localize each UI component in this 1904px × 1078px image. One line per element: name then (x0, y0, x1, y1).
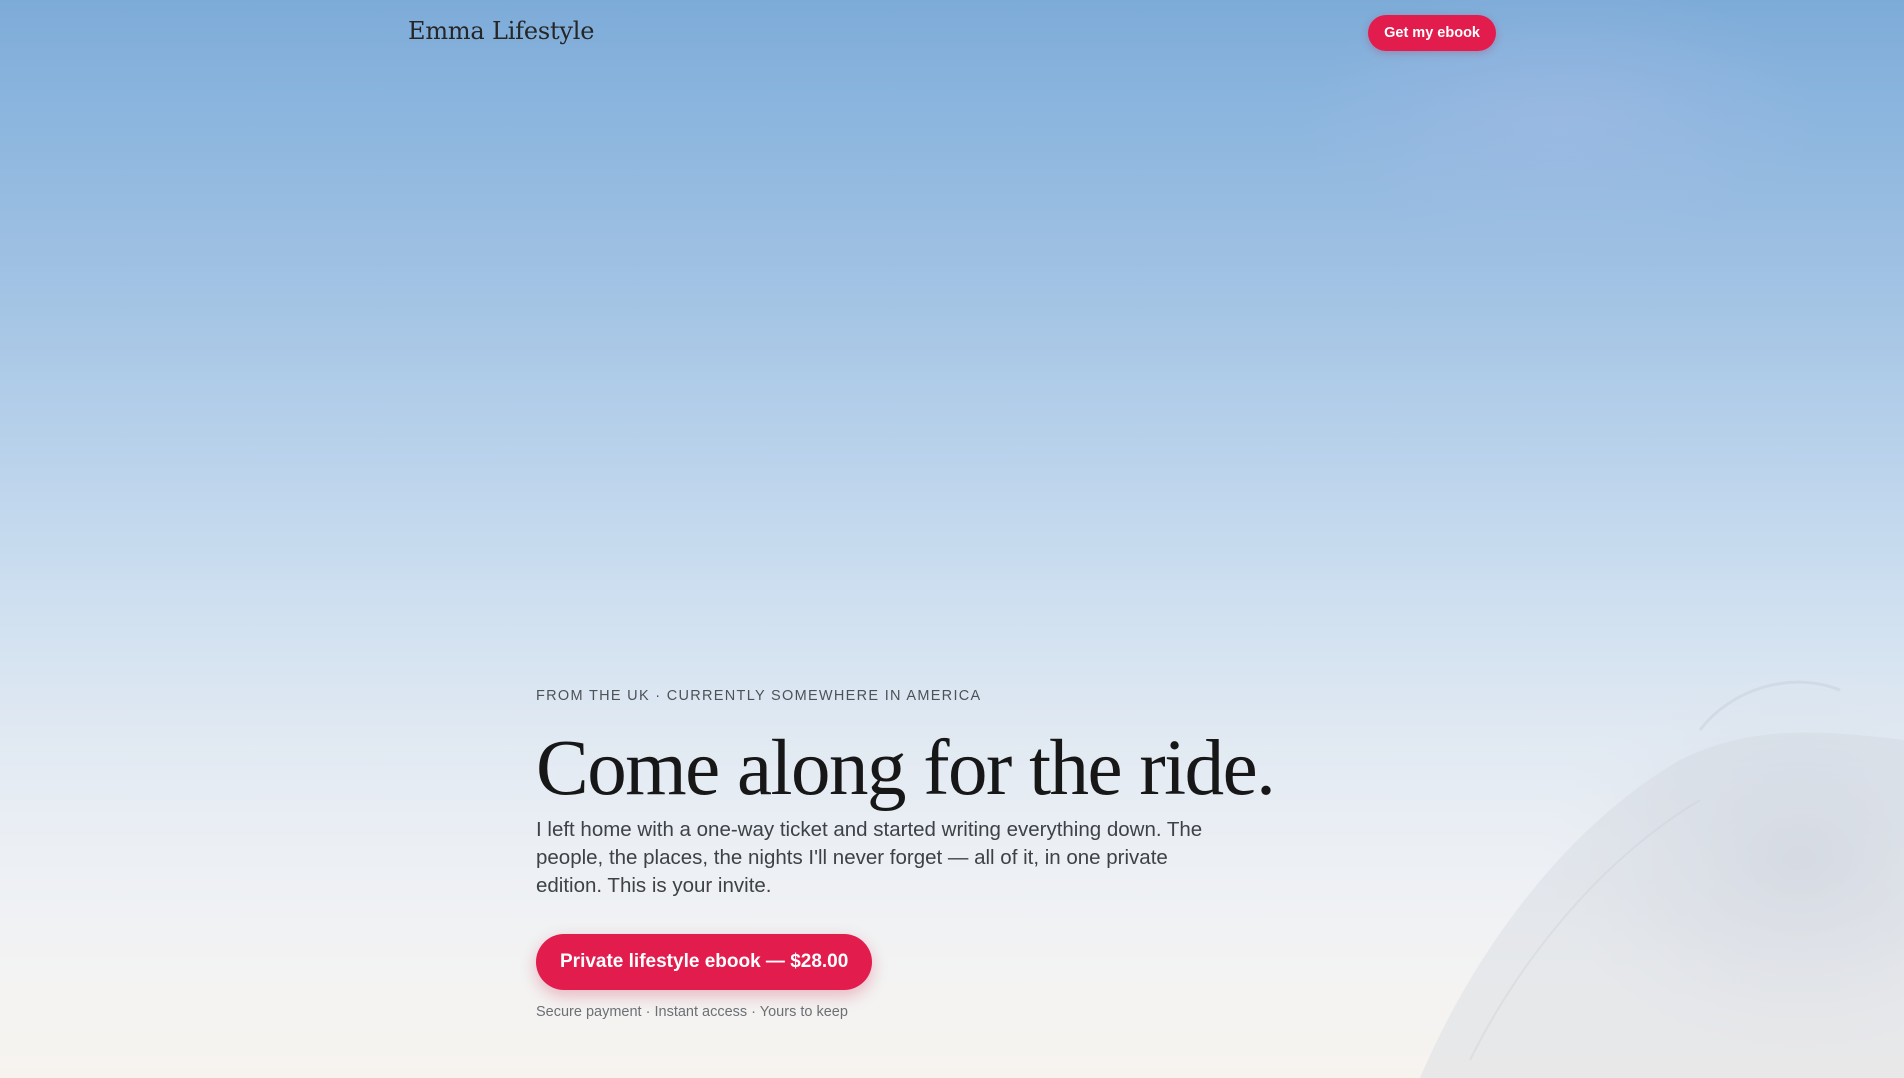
get-ebook-button[interactable]: Get my ebook (1368, 15, 1496, 51)
hero-section: FROM THE UK · CURRENTLY SOMEWHERE IN AME… (536, 688, 1356, 1020)
hero-lead: I left home with a one-way ticket and st… (536, 818, 1203, 897)
brand-logo[interactable]: Emma Lifestyle (408, 17, 594, 45)
purchase-assurance: Secure payment · Instant access · Yours … (536, 1004, 848, 1020)
hero-eyebrow: FROM THE UK · CURRENTLY SOMEWHERE IN AME… (536, 688, 982, 704)
site-header: Emma Lifestyle Get my ebook (408, 15, 1496, 51)
buy-ebook-button[interactable]: Private lifestyle ebook — $28.00 (536, 934, 873, 990)
hero-headline: Come along for the ride. (536, 725, 1276, 812)
